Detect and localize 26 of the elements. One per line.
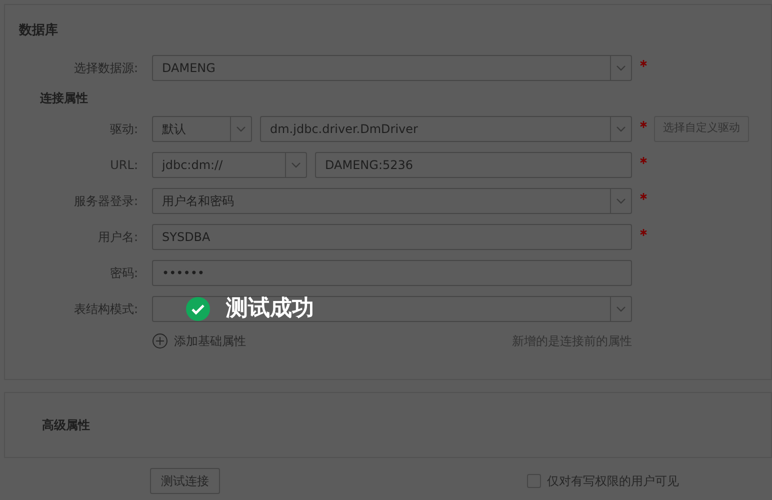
chevron-down-icon bbox=[616, 306, 626, 312]
subsection-title: 连接属性 bbox=[40, 90, 89, 106]
chevron-down-icon bbox=[616, 126, 626, 132]
input-field[interactable]: •••••• bbox=[152, 260, 632, 286]
section-title: 高级属性 bbox=[42, 417, 90, 434]
input-field[interactable]: DAMENG:5236 bbox=[315, 152, 632, 178]
dropdown-value: jdbc:dm:// bbox=[162, 156, 223, 174]
dropdown[interactable]: 默认 bbox=[152, 116, 252, 142]
toast-text: 测试成功 bbox=[226, 295, 314, 323]
dropdown[interactable]: DAMENG bbox=[152, 54, 632, 80]
check-circle-icon bbox=[186, 296, 210, 320]
dropdown-value: dm.jdbc.driver.DmDriver bbox=[270, 120, 418, 138]
section-title: 数据库 bbox=[19, 22, 59, 40]
chevron-down-icon bbox=[236, 126, 246, 132]
dropdown[interactable]: dm.jdbc.driver.DmDriver bbox=[260, 116, 632, 142]
dropdown[interactable]: 用户名和密码 bbox=[152, 188, 632, 214]
input-field[interactable]: SYSDBA bbox=[152, 224, 632, 250]
dropdown[interactable] bbox=[152, 296, 632, 322]
chevron-down-icon bbox=[616, 64, 626, 70]
chevron-down-icon bbox=[616, 198, 626, 204]
dropdown-value: 用户名和密码 bbox=[162, 192, 234, 210]
dropdown-value: 默认 bbox=[162, 120, 186, 138]
dropdown[interactable]: jdbc:dm:// bbox=[152, 152, 307, 178]
plus-circle-icon bbox=[152, 332, 168, 348]
chevron-down-icon bbox=[291, 162, 301, 168]
dropdown-value: DAMENG bbox=[162, 60, 216, 76]
